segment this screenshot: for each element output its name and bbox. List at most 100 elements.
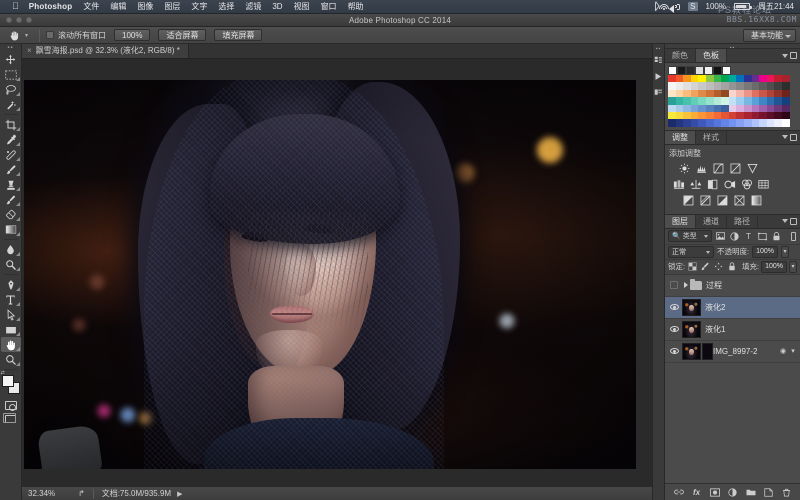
opacity-stepper[interactable]: ▾: [781, 245, 789, 258]
swatch-cell[interactable]: [721, 89, 729, 98]
canvas-area[interactable]: [22, 59, 652, 486]
swatch-cell[interactable]: [675, 104, 684, 112]
color-lookup-adjustment[interactable]: [756, 178, 771, 192]
swatch-cell[interactable]: [683, 97, 691, 105]
swatch-cell[interactable]: [743, 97, 752, 105]
swatch-cell[interactable]: [677, 66, 686, 75]
swatch-cell[interactable]: [698, 97, 706, 105]
swatch-cell[interactable]: [774, 89, 782, 98]
swatch-cell[interactable]: [668, 97, 676, 105]
screen-mode-icon[interactable]: [2, 412, 20, 425]
layer-visibility-toggle[interactable]: [667, 304, 681, 311]
swatch-cell[interactable]: [713, 104, 722, 112]
swatch-cell[interactable]: [774, 75, 782, 83]
quick-mask-icon[interactable]: [2, 399, 20, 412]
swatch-cell[interactable]: [728, 104, 737, 112]
swatch-cell[interactable]: [668, 89, 676, 98]
menu-item-image[interactable]: 图像: [137, 1, 153, 12]
swatch-cell[interactable]: [683, 104, 691, 112]
layer-mask-thumbnail[interactable]: [702, 342, 713, 360]
swatch-cell[interactable]: [751, 104, 760, 112]
eraser-tool[interactable]: [1, 207, 21, 222]
swatch-cell[interactable]: [675, 89, 684, 98]
actions-panel-icon[interactable]: [652, 84, 665, 100]
swatch-cell[interactable]: [759, 75, 767, 83]
fit-screen-button[interactable]: 适合屏幕: [158, 29, 207, 41]
swatch-cell[interactable]: [675, 82, 684, 90]
swatch-grid[interactable]: [665, 63, 800, 130]
swatch-cell[interactable]: [781, 119, 790, 127]
panel-menu-button[interactable]: [782, 217, 797, 225]
swatch-cell[interactable]: [743, 82, 752, 90]
swatch-cell[interactable]: [766, 89, 775, 98]
lock-icon[interactable]: ◉: [779, 347, 787, 355]
swatch-cell[interactable]: [751, 89, 760, 98]
volume-icon[interactable]: [669, 2, 681, 13]
swatch-cell[interactable]: [713, 97, 722, 105]
menu-item-layer[interactable]: 图层: [164, 1, 180, 12]
swatch-cell[interactable]: [713, 82, 722, 90]
swatch-cell[interactable]: [751, 97, 760, 105]
rectangle-tool[interactable]: [1, 322, 21, 337]
history-panel-icon[interactable]: [652, 52, 665, 68]
swatch-cell[interactable]: [690, 119, 699, 127]
status-menu-arrow[interactable]: ▶: [177, 490, 182, 498]
hand-tool[interactable]: [0, 337, 21, 352]
dodge-tool[interactable]: [1, 257, 21, 272]
history-brush-tool[interactable]: [1, 192, 21, 207]
panel-menu-button[interactable]: [782, 52, 797, 59]
properties-panel-icon[interactable]: [652, 68, 665, 84]
table-row[interactable]: IMG_8997-2 ◉ ▾: [665, 341, 800, 363]
layer-options-icon[interactable]: ▾: [789, 347, 797, 355]
tab-color[interactable]: 颜色: [665, 49, 696, 62]
menu-item-type[interactable]: 文字: [191, 1, 207, 12]
color-balance-adjustment[interactable]: [688, 178, 703, 192]
zoom-level[interactable]: 32.34%: [22, 489, 78, 498]
exposure-adjustment[interactable]: [728, 162, 743, 176]
swatch-cell[interactable]: [736, 75, 744, 83]
vibrance-adjustment[interactable]: [745, 162, 760, 176]
swatch-cell[interactable]: [675, 75, 684, 83]
close-icon[interactable]: ×: [27, 46, 32, 55]
swatch-cell[interactable]: [759, 111, 767, 120]
swatch-cell[interactable]: [705, 97, 714, 105]
swatch-cell[interactable]: [675, 119, 684, 127]
swatch-cell[interactable]: [668, 111, 676, 120]
swatch-cell[interactable]: [698, 75, 706, 83]
layer-visibility-toggle[interactable]: [667, 326, 681, 333]
swatch-cell[interactable]: [736, 89, 744, 98]
swatch-cell[interactable]: [743, 119, 752, 127]
curves-adjustment[interactable]: [711, 162, 726, 176]
photo-filter-adjustment[interactable]: [722, 178, 737, 192]
swatch-cell[interactable]: [774, 97, 782, 105]
menu-item-help[interactable]: 帮助: [348, 1, 364, 12]
swatch-cell[interactable]: [751, 119, 760, 127]
swatch-cell[interactable]: [695, 66, 704, 75]
swatch-cell[interactable]: [766, 82, 775, 90]
swatch-cell[interactable]: [683, 89, 691, 98]
clone-stamp-tool[interactable]: [1, 177, 21, 192]
adjustment-filter-icon[interactable]: [729, 230, 740, 242]
swatch-cell[interactable]: [668, 66, 677, 75]
menu-item-3d[interactable]: 3D: [272, 2, 282, 11]
hue-saturation-adjustment[interactable]: [671, 178, 686, 192]
swatch-cell[interactable]: [698, 82, 706, 90]
menu-item-select[interactable]: 选择: [218, 1, 234, 12]
tab-adjustments[interactable]: 调整: [665, 130, 696, 144]
tab-paths[interactable]: 路径: [727, 214, 758, 228]
swatch-cell[interactable]: [736, 119, 744, 127]
swatch-cell[interactable]: [705, 119, 714, 127]
swatch-cell[interactable]: [766, 75, 775, 83]
swatch-cell[interactable]: [683, 119, 691, 127]
tab-styles[interactable]: 样式: [696, 130, 727, 144]
type-filter-icon[interactable]: T: [743, 230, 754, 242]
invert-adjustment[interactable]: [681, 194, 696, 208]
swatch-cell[interactable]: [721, 104, 729, 112]
swatch-cell[interactable]: [781, 104, 790, 112]
hand-tool-icon[interactable]: [4, 28, 24, 43]
swatch-cell[interactable]: [774, 119, 782, 127]
toolbar-grip[interactable]: ▪▪: [7, 45, 13, 52]
swatch-cell[interactable]: [774, 104, 782, 112]
swatch-cell[interactable]: [705, 111, 714, 120]
group-expand-icon[interactable]: [681, 282, 690, 289]
